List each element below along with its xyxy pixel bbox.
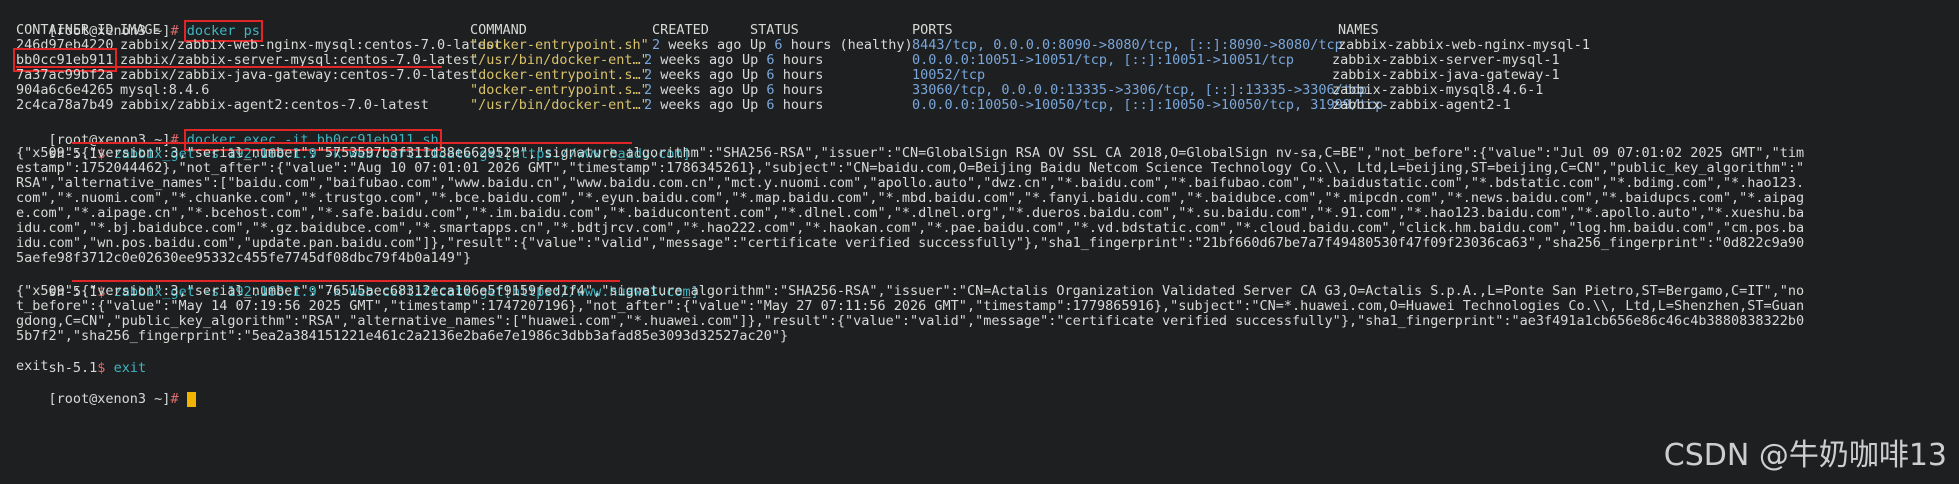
row-status: Up 6 hours (742, 97, 824, 113)
cursor[interactable] (186, 391, 196, 407)
row-command: "/usr/bin/docker-ent…" (470, 97, 649, 113)
csdn-watermark: CSDN @牛奶咖啡13 (1663, 438, 1947, 473)
table-row: 2c4ca78a7b49 zabbix/zabbix-agent2:centos… (16, 96, 1946, 114)
prompt-line-docker-ps: [root@xenon3 ~]# docker ps (16, 4, 263, 42)
terminal-window[interactable]: [root@xenon3 ~]# docker ps CONTAINER ID … (0, 0, 1959, 484)
row-name: zabbix-zabbix-agent2-1 (1332, 97, 1511, 113)
row-image: zabbix/zabbix-agent2:centos-7.0-latest (120, 97, 429, 113)
shell-prompt: [root@xenon3 ~] (48, 391, 171, 407)
row-created: 2 weeks ago (644, 97, 734, 113)
prompt-line-final[interactable]: [root@xenon3 ~]# (16, 372, 196, 407)
prompt-hash: # (170, 391, 179, 407)
row-container-id: 2c4ca78a7b49 (16, 97, 114, 113)
row-ports: 0.0.0.0:10050->10050/tcp, [::]:10050->10… (912, 97, 1384, 113)
